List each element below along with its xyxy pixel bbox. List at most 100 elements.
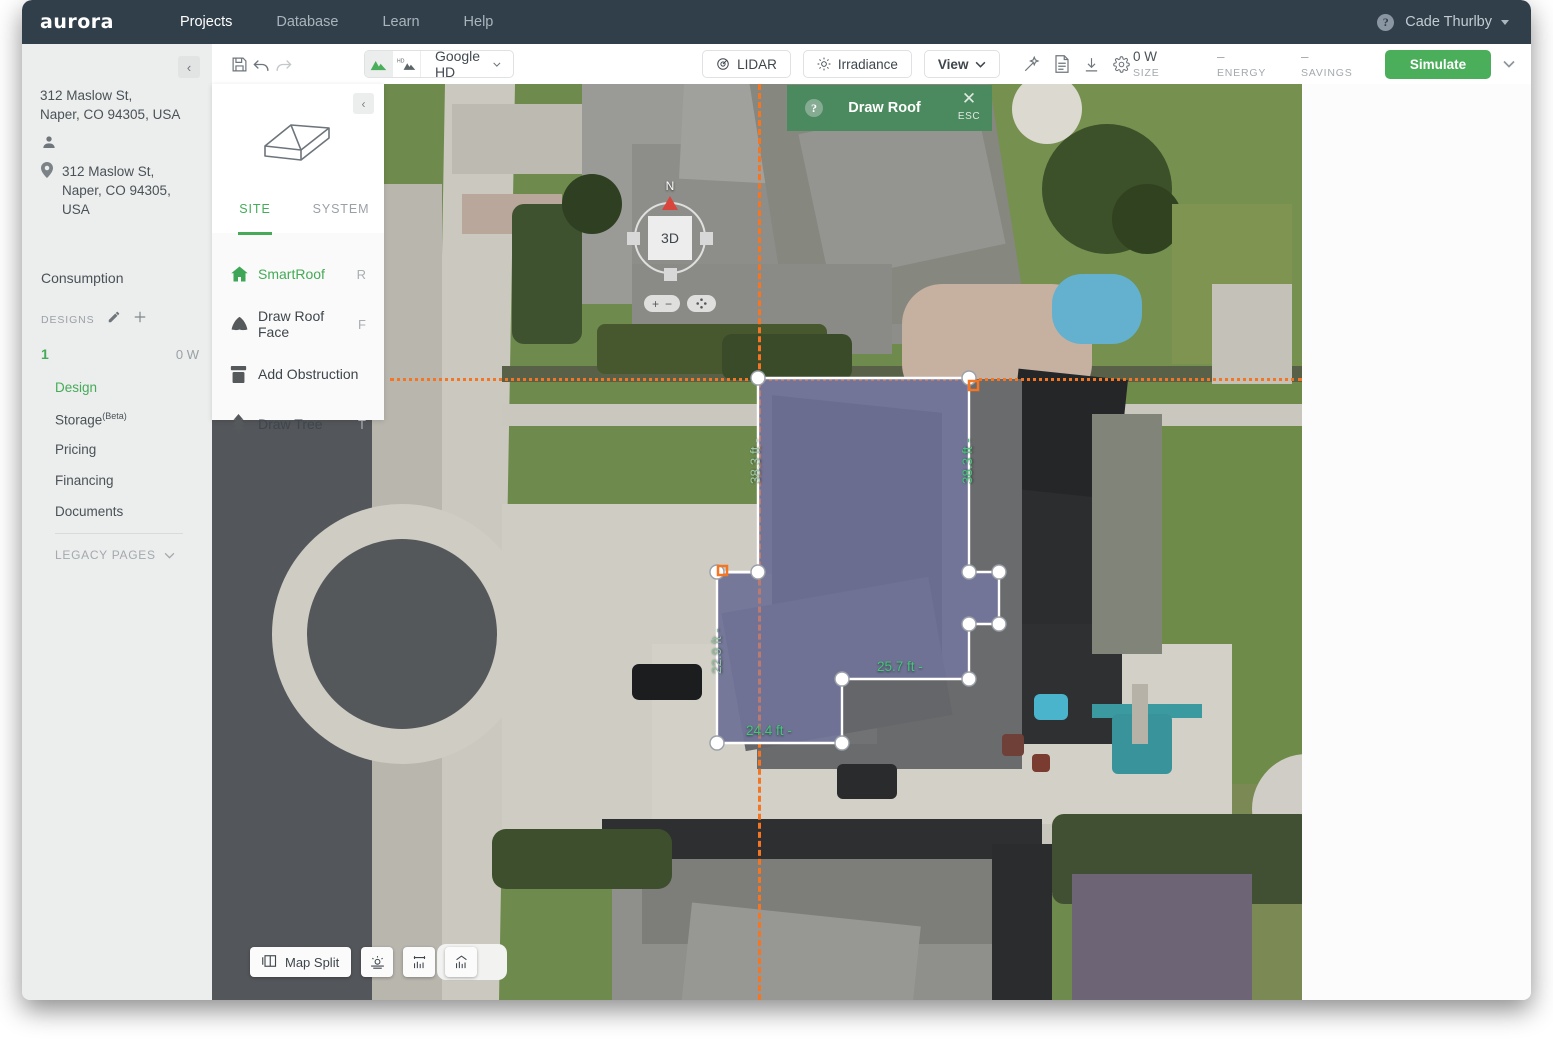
obstruction-icon bbox=[230, 365, 258, 384]
user-menu-button[interactable]: Cade Thurlby bbox=[1405, 14, 1509, 30]
metric-savings-label: SAVINGS bbox=[1301, 67, 1353, 79]
horizon-button[interactable] bbox=[403, 947, 436, 977]
site-tool-panel: ‹ SITE SYSTEM SmartRoof R Draw Roof Face… bbox=[212, 84, 384, 434]
dimension-label-right: 38.3 ft - bbox=[960, 438, 975, 484]
save-icon[interactable] bbox=[228, 51, 250, 77]
tool-add-obstruction[interactable]: Add Obstruction bbox=[212, 349, 384, 399]
tab-system[interactable]: SYSTEM bbox=[298, 199, 384, 233]
metric-energy-label: ENERGY bbox=[1217, 67, 1267, 79]
compass-handle-bottom[interactable] bbox=[664, 268, 677, 281]
chevron-down-icon bbox=[1501, 19, 1509, 25]
shading-icon bbox=[455, 954, 467, 968]
sidebar-item-design[interactable]: Design bbox=[55, 380, 97, 395]
tool-smartroof-label: SmartRoof bbox=[258, 266, 325, 282]
redo-icon[interactable] bbox=[272, 51, 294, 77]
metric-size: 0 W SIZE bbox=[1133, 49, 1217, 79]
tab-site[interactable]: SITE bbox=[212, 199, 298, 233]
dimension-label-left-lower: 22.9 ft - bbox=[709, 628, 724, 674]
sun-icon bbox=[817, 57, 831, 71]
simulate-button[interactable]: Simulate bbox=[1385, 49, 1491, 79]
compass-control[interactable]: N 3D bbox=[627, 179, 713, 281]
nav-link-help[interactable]: Help bbox=[442, 0, 516, 44]
view-label: View bbox=[937, 56, 969, 72]
application-window: aurora Projects Database Learn Help ? Ca… bbox=[22, 0, 1531, 1000]
tool-draw-tree[interactable]: Draw Tree T bbox=[212, 399, 384, 449]
sun-path-icon bbox=[370, 955, 384, 969]
sidebar-divider bbox=[55, 533, 183, 534]
sidebar-item-pricing[interactable]: Pricing bbox=[55, 442, 96, 457]
legacy-pages-label: LEGACY PAGES bbox=[55, 548, 156, 562]
design-toolbar: HD Google HD LIDAR Irradiance View 0 W S… bbox=[212, 44, 1531, 84]
view-dropdown[interactable]: View bbox=[923, 50, 1001, 78]
irradiance-label: Irradiance bbox=[837, 56, 898, 72]
roof-face-icon bbox=[230, 316, 258, 332]
banner-close-button[interactable]: ✕ ESC bbox=[946, 89, 992, 124]
close-icon: ✕ bbox=[961, 89, 977, 108]
nav-link-learn[interactable]: Learn bbox=[360, 0, 441, 44]
zoom-buttons[interactable]: + − bbox=[644, 295, 681, 312]
sidebar-item-storage[interactable]: Storage(Beta) bbox=[55, 411, 127, 428]
map-split-icon bbox=[262, 954, 277, 971]
design-number[interactable]: 1 bbox=[41, 346, 49, 362]
legacy-pages-toggle[interactable]: LEGACY PAGES bbox=[55, 548, 175, 562]
sidebar-item-financing[interactable]: Financing bbox=[55, 473, 114, 488]
tool-draw-tree-label: Draw Tree bbox=[258, 416, 323, 432]
pencil-icon[interactable] bbox=[107, 310, 121, 329]
tool-smartroof[interactable]: SmartRoof R bbox=[212, 249, 384, 299]
svg-text:HD: HD bbox=[397, 59, 405, 65]
gear-icon[interactable] bbox=[1111, 51, 1133, 77]
zoom-controls: + − bbox=[644, 295, 717, 312]
compass-handle-right[interactable] bbox=[700, 232, 713, 245]
tool-panel-collapse-button[interactable]: ‹ bbox=[353, 93, 374, 114]
download-icon[interactable] bbox=[1081, 51, 1103, 77]
tool-panel-header: ‹ bbox=[212, 84, 384, 199]
nav-link-database[interactable]: Database bbox=[254, 0, 360, 44]
project-address-row: 312 Maslow St, Naper, CO 94305, USA bbox=[41, 162, 201, 219]
left-sidebar: ‹ 312 Maslow St, Naper, CO 94305, USA 312… bbox=[22, 44, 212, 1000]
sun-path-button[interactable] bbox=[361, 947, 394, 977]
person-icon bbox=[41, 134, 57, 155]
aurora-logo[interactable]: aurora bbox=[40, 11, 114, 33]
dimension-label-bottom-right: 25.7 ft - bbox=[877, 659, 923, 674]
tool-draw-roof-face-shortcut: F bbox=[358, 316, 366, 332]
map-split-label: Map Split bbox=[285, 954, 340, 970]
compass-north-arrow-icon bbox=[662, 196, 678, 210]
design-power: 0 W bbox=[175, 347, 199, 362]
banner-title: Draw Roof bbox=[848, 100, 921, 116]
banner-help-icon[interactable]: ? bbox=[805, 99, 823, 117]
hd-mountain-icon[interactable]: HD bbox=[393, 51, 421, 77]
zoom-in-button[interactable]: + bbox=[652, 297, 659, 311]
mountain-icon[interactable] bbox=[365, 51, 394, 77]
sidebar-item-consumption[interactable]: Consumption bbox=[41, 270, 124, 286]
metric-savings-value: – bbox=[1301, 49, 1309, 64]
help-icon[interactable]: ? bbox=[1377, 13, 1395, 31]
undo-icon[interactable] bbox=[250, 51, 272, 77]
nav-link-projects[interactable]: Projects bbox=[158, 0, 254, 44]
simulate-dropdown-chevron-icon[interactable] bbox=[1503, 57, 1515, 71]
sidebar-collapse-button[interactable]: ‹ bbox=[178, 56, 200, 78]
compass-handle-left[interactable] bbox=[627, 232, 640, 245]
location-pin-icon bbox=[41, 162, 53, 219]
sidebar-item-documents[interactable]: Documents bbox=[55, 504, 123, 519]
map-split-button[interactable]: Map Split bbox=[250, 947, 352, 977]
design-list-item[interactable]: 1 0 W bbox=[41, 346, 199, 362]
tool-draw-roof-face[interactable]: Draw Roof Face F bbox=[212, 299, 384, 349]
magic-wand-icon[interactable] bbox=[1020, 51, 1042, 77]
metric-savings: – SAVINGS bbox=[1301, 49, 1385, 79]
lidar-button[interactable]: LIDAR bbox=[702, 50, 791, 78]
lidar-label: LIDAR bbox=[737, 56, 777, 72]
document-icon[interactable] bbox=[1051, 51, 1073, 77]
top-navigation-right: ? Cade Thurlby bbox=[1377, 13, 1531, 31]
tool-add-obstruction-label: Add Obstruction bbox=[258, 366, 359, 382]
project-address: 312 Maslow St, Naper, CO 94305, USA bbox=[62, 164, 171, 217]
designs-header: DESIGNS bbox=[41, 310, 201, 329]
irradiance-button[interactable]: Irradiance bbox=[802, 50, 912, 78]
tool-draw-tree-shortcut: T bbox=[358, 416, 366, 432]
shading-button[interactable] bbox=[445, 947, 478, 977]
plus-icon[interactable] bbox=[133, 310, 147, 329]
pan-icon[interactable] bbox=[687, 295, 717, 312]
imagery-name-dropdown[interactable]: Google HD bbox=[421, 51, 513, 77]
camera-cube-3d-button[interactable]: 3D bbox=[648, 216, 692, 260]
chevron-down-icon bbox=[493, 62, 501, 67]
zoom-out-button[interactable]: − bbox=[665, 297, 672, 311]
